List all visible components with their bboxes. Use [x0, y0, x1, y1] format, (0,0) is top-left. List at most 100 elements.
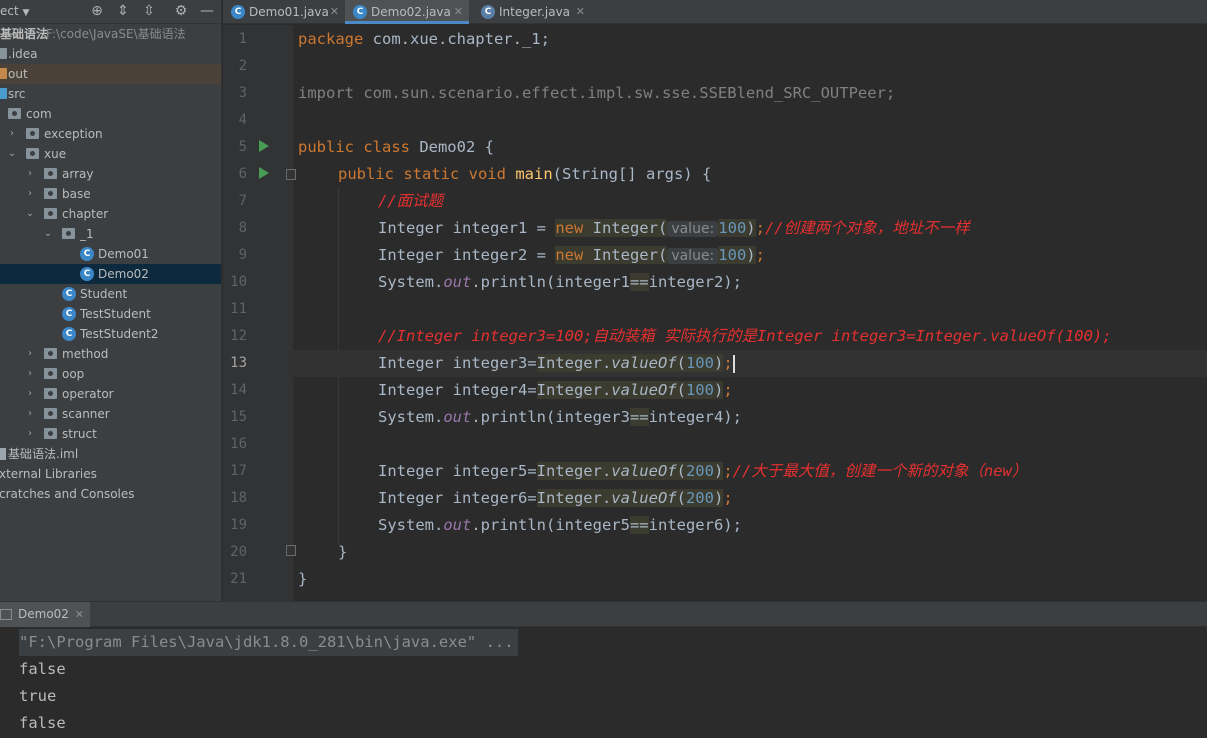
line-number: 7	[238, 193, 247, 209]
run-console[interactable]: "F:\Program Files\Java\jdk1.8.0_281\bin\…	[0, 627, 1207, 738]
chevron-right-icon[interactable]: ›	[25, 184, 35, 204]
project-view-selector[interactable]: ect ▼	[0, 4, 29, 18]
code-text: System.	[378, 408, 444, 426]
code-line-13[interactable]: Integer integer3=Integer.valueOf(100);	[293, 350, 1207, 377]
gear-icon[interactable]: ⚙	[172, 2, 190, 20]
code-text: (	[676, 354, 686, 372]
chevron-down-icon[interactable]: ⌄	[25, 204, 35, 224]
tree-item-method[interactable]: › method	[0, 344, 221, 364]
line-number: 17	[230, 463, 247, 479]
code-editor[interactable]: 1 2 3 4 5 6 7 8 9 10 11 12 13 14 15 16 1…	[223, 25, 1207, 601]
chevron-right-icon[interactable]: ›	[7, 124, 17, 144]
comment: //创建两个对象，地址不一样	[764, 219, 970, 237]
comment: //大于最大值，创建一个新的对象（new）	[732, 462, 1028, 480]
tree-item-chapter[interactable]: ⌄ chapter	[0, 204, 221, 224]
code-line-21[interactable]: }	[298, 566, 307, 593]
java-class-icon: C	[62, 287, 76, 301]
chevron-right-icon[interactable]: ›	[25, 344, 35, 364]
code-line-12[interactable]: //Integer integer3=100;自动装箱 实际执行的是Intege…	[378, 323, 1112, 350]
tree-item-label: base	[62, 187, 91, 201]
tree-item-demo01[interactable]: C Demo01	[0, 244, 221, 264]
close-icon[interactable]: ✕	[454, 0, 463, 24]
tree-item-operator[interactable]: › operator	[0, 384, 221, 404]
fold-icon[interactable]	[286, 169, 296, 180]
tab-integer[interactable]: C Integer.java ✕	[473, 0, 591, 24]
code-text: )	[746, 219, 756, 237]
code-line-17[interactable]: Integer integer5=Integer.valueOf(200);//…	[378, 458, 1027, 485]
code-line-18[interactable]: Integer integer6=Integer.valueOf(200);	[378, 485, 733, 512]
package-icon	[44, 208, 57, 219]
tree-item-src[interactable]: src	[0, 84, 221, 104]
tree-item-student[interactable]: C Student	[0, 284, 221, 304]
code-line-3[interactable]: import com.sun.scenario.effect.impl.sw.s…	[298, 80, 895, 107]
code-line-8[interactable]: Integer integer1 = new Integer(value: 100…	[378, 215, 970, 242]
console-command-line[interactable]: "F:\Program Files\Java\jdk1.8.0_281\bin\…	[19, 629, 518, 656]
expand-all-icon[interactable]: ⇕	[114, 2, 132, 20]
code-line-15[interactable]: System.out.println(integer3==integer4);	[378, 404, 742, 431]
chevron-right-icon[interactable]: ›	[25, 384, 35, 404]
code-text: .println(integer3	[471, 408, 630, 426]
line-number: 15	[230, 409, 247, 425]
line-number: 14	[230, 382, 247, 398]
tree-item-module-root[interactable]: 基础语法 F:\code\JavaSE\基础语法	[0, 24, 221, 44]
tree-item-teststudent2[interactable]: C TestStudent2	[0, 324, 221, 344]
tree-item-idea[interactable]: .idea	[0, 44, 221, 64]
code-line-19[interactable]: System.out.println(integer5==integer6);	[378, 512, 742, 539]
code-line-10[interactable]: System.out.println(integer1==integer2);	[378, 269, 742, 296]
run-tab-demo02[interactable]: Demo02 ✕	[0, 602, 90, 627]
tree-item-_1[interactable]: ⌄ _1	[0, 224, 221, 244]
tree-item-external-libraries[interactable]: xternal Libraries	[0, 464, 221, 484]
fold-icon[interactable]	[286, 545, 296, 556]
code-text: Integer.	[536, 354, 612, 372]
code-line-7[interactable]: //面试题	[378, 188, 443, 215]
tree-item-array[interactable]: › array	[0, 164, 221, 184]
collapse-all-icon[interactable]: ⇳	[140, 2, 158, 20]
tree-item-demo02[interactable]: C Demo02	[0, 264, 221, 284]
console-output-line: false	[19, 660, 66, 678]
chevron-right-icon[interactable]: ›	[25, 364, 35, 384]
tree-item-base[interactable]: › base	[0, 184, 221, 204]
run-main-icon[interactable]	[259, 167, 269, 179]
folder-icon	[0, 48, 7, 59]
tree-item-teststudent[interactable]: C TestStudent	[0, 304, 221, 324]
tree-item-scratches[interactable]: cratches and Consoles	[0, 484, 221, 504]
code-text: }	[298, 570, 308, 588]
code-line-20[interactable]: }	[338, 539, 347, 566]
code-line-6[interactable]: public static void main(String[] args) {	[338, 161, 711, 188]
chevron-down-icon[interactable]: ⌄	[7, 144, 17, 164]
code-line-5[interactable]: public class Demo02 {	[298, 134, 494, 161]
unused-import: import com.sun.scenario.effect.impl.sw.s…	[298, 84, 896, 102]
code-text: ;	[723, 381, 733, 399]
hide-icon[interactable]: —	[198, 2, 216, 20]
tree-item-out[interactable]: out	[0, 64, 221, 84]
run-class-icon[interactable]	[259, 140, 269, 152]
close-icon[interactable]: ✕	[576, 0, 585, 24]
tab-demo01[interactable]: C Demo01.java ✕	[223, 0, 345, 24]
tab-demo02[interactable]: C Demo02.java ✕	[345, 0, 469, 24]
chevron-right-icon[interactable]: ›	[25, 424, 35, 444]
close-icon[interactable]: ✕	[330, 0, 339, 24]
chevron-down-icon[interactable]: ⌄	[43, 224, 53, 244]
tree-item-oop[interactable]: › oop	[0, 364, 221, 384]
tree-item-iml[interactable]: 基础语法.iml	[0, 444, 221, 464]
tree-item-label: cratches and Consoles	[0, 487, 135, 501]
tree-item-struct[interactable]: › struct	[0, 424, 221, 444]
chevron-right-icon[interactable]: ›	[25, 164, 35, 184]
tree-item-com[interactable]: com	[0, 104, 221, 124]
tree-item-label: Demo02	[98, 267, 149, 281]
tree-item-scanner[interactable]: › scanner	[0, 404, 221, 424]
code-line-9[interactable]: Integer integer2 = new Integer(value: 100…	[378, 242, 765, 269]
code-text: )	[713, 489, 724, 507]
keyword: package	[298, 30, 364, 48]
locate-icon[interactable]: ⊕	[88, 2, 106, 20]
number: 100	[718, 219, 747, 237]
tree-item-label: src	[8, 87, 26, 101]
code-text: ;	[723, 354, 733, 372]
line-number: 12	[230, 328, 247, 344]
chevron-right-icon[interactable]: ›	[25, 404, 35, 424]
code-line-14[interactable]: Integer integer4=Integer.valueOf(100);	[378, 377, 733, 404]
close-icon[interactable]: ✕	[75, 602, 84, 627]
tree-item-xue[interactable]: ⌄ xue	[0, 144, 221, 164]
tree-item-exception[interactable]: › exception	[0, 124, 221, 144]
code-line-1[interactable]: package com.xue.chapter._1;	[298, 26, 550, 53]
